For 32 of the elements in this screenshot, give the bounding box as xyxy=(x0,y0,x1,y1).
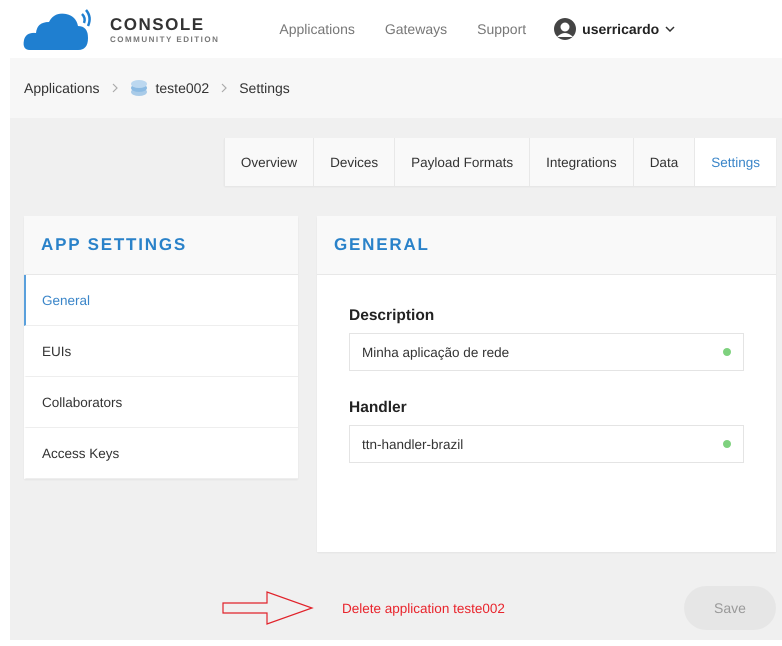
tab[interactable]: Data xyxy=(632,138,694,186)
sidebar-item[interactable]: EUIs xyxy=(24,326,298,377)
delete-application-link[interactable]: Delete application teste002 xyxy=(342,600,505,616)
chevron-right-icon xyxy=(221,83,228,93)
nav-link[interactable]: Support xyxy=(477,21,526,37)
panel-title: GENERAL xyxy=(334,235,430,255)
tab[interactable]: Devices xyxy=(313,138,394,186)
breadcrumb-link[interactable]: Applications xyxy=(24,80,100,96)
tab[interactable]: Settings xyxy=(694,138,776,186)
input-field[interactable]: Minha aplicação de rede xyxy=(349,333,744,371)
sidebar-title: APP SETTINGS xyxy=(41,235,187,255)
nav-link[interactable]: Applications xyxy=(279,21,355,37)
user-menu[interactable]: userricardo xyxy=(582,21,660,37)
sidebar-item[interactable]: General xyxy=(24,275,298,326)
logo-subtitle: COMMUNITY EDITION xyxy=(110,34,220,44)
field-label: Description xyxy=(349,307,436,325)
field-label: Handler xyxy=(349,399,408,417)
breadcrumb-current: Settings xyxy=(239,80,290,96)
breadcrumb-link[interactable]: teste002 xyxy=(156,80,210,96)
chevron-right-icon xyxy=(112,83,118,93)
nav-link[interactable]: Gateways xyxy=(384,21,448,37)
tab[interactable]: Payload Formats xyxy=(394,138,530,186)
tab[interactable]: Integrations xyxy=(529,138,633,186)
arrow-icon xyxy=(222,591,314,625)
user-avatar-icon[interactable] xyxy=(554,18,576,40)
logo-title: CONSOLE xyxy=(110,14,206,34)
tab[interactable]: Overview xyxy=(224,138,314,186)
input-field[interactable]: ttn-handler-brazil xyxy=(349,425,744,463)
chevron-down-icon[interactable] xyxy=(665,26,676,32)
sidebar-item[interactable]: Access Keys xyxy=(24,428,298,479)
sidebar-item[interactable]: Collaborators xyxy=(24,377,298,428)
layers-icon xyxy=(130,79,148,97)
